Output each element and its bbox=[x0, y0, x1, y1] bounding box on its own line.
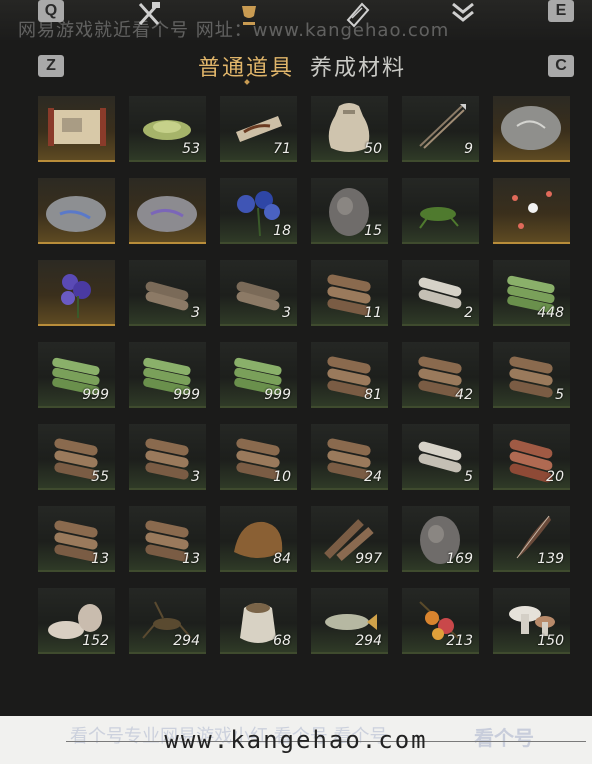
inventory-slot[interactable]: 10 bbox=[220, 424, 297, 490]
blue-fossil-stone-icon bbox=[46, 196, 106, 232]
inventory-slot[interactable]: 84 bbox=[220, 506, 297, 572]
item-count: 3 bbox=[191, 469, 200, 485]
item-count: 10 bbox=[273, 469, 291, 485]
trophy-icon[interactable] bbox=[234, 0, 264, 30]
inventory-slot[interactable]: 152 bbox=[38, 588, 115, 654]
inventory-slot[interactable]: 5 bbox=[493, 342, 570, 408]
inventory-slot[interactable]: 13 bbox=[129, 506, 206, 572]
inventory-slot[interactable]: 13 bbox=[38, 506, 115, 572]
inventory-slot[interactable] bbox=[129, 178, 206, 244]
item-count: 3 bbox=[282, 305, 291, 321]
inventory-slot[interactable]: 169 bbox=[402, 506, 479, 572]
inventory-slot[interactable] bbox=[38, 260, 115, 326]
item-count: 11 bbox=[364, 305, 382, 321]
inventory-slot[interactable]: 294 bbox=[129, 588, 206, 654]
grasshopper-icon bbox=[419, 207, 459, 229]
inventory-slot[interactable]: 2 bbox=[402, 260, 479, 326]
fossil-stone-icon bbox=[501, 106, 561, 150]
item-count: 13 bbox=[182, 551, 200, 567]
item-count: 71 bbox=[273, 141, 291, 157]
map-scroll-icon bbox=[48, 108, 106, 146]
item-count: 997 bbox=[355, 551, 382, 567]
inventory-slot[interactable]: 150 bbox=[493, 588, 570, 654]
crossed-tools-icon[interactable] bbox=[134, 0, 164, 30]
prev-category-key[interactable]: Q bbox=[38, 0, 64, 22]
item-count: 18 bbox=[273, 223, 291, 239]
inventory-slot[interactable]: 448 bbox=[493, 260, 570, 326]
item-count: 53 bbox=[182, 141, 200, 157]
inventory-slot[interactable]: 24 bbox=[311, 424, 388, 490]
item-count: 213 bbox=[446, 633, 473, 649]
inventory-slot[interactable]: 71 bbox=[220, 96, 297, 162]
next-category-key[interactable]: E bbox=[548, 0, 574, 22]
purple-flower-icon bbox=[61, 274, 91, 318]
item-count: 139 bbox=[537, 551, 564, 567]
item-count: 50 bbox=[364, 141, 382, 157]
fireflies-icon bbox=[512, 191, 552, 229]
next-subtab-key[interactable]: C bbox=[548, 55, 574, 77]
inventory-slot[interactable]: 9 bbox=[402, 96, 479, 162]
inventory-slot[interactable]: 3 bbox=[220, 260, 297, 326]
inventory-slot[interactable]: 50 bbox=[311, 96, 388, 162]
inventory-slot[interactable]: 139 bbox=[493, 506, 570, 572]
item-count: 84 bbox=[273, 551, 291, 567]
inventory-slot[interactable] bbox=[493, 178, 570, 244]
inventory-slot[interactable]: 997 bbox=[311, 506, 388, 572]
item-count: 5 bbox=[555, 387, 564, 403]
inventory-slot[interactable]: 18 bbox=[220, 178, 297, 244]
inventory-slot[interactable]: 55 bbox=[38, 424, 115, 490]
item-count: 15 bbox=[364, 223, 382, 239]
item-grid: 53 71 50 9 18 15 3 3 11 2 448 999 999 999 81 42 5 55 3 10 24… bbox=[38, 96, 570, 654]
item-count: 169 bbox=[446, 551, 473, 567]
inventory-slot[interactable]: 3 bbox=[129, 260, 206, 326]
inventory-slot[interactable]: 213 bbox=[402, 588, 479, 654]
inventory-slot[interactable]: 81 bbox=[311, 342, 388, 408]
inventory-slot[interactable] bbox=[38, 178, 115, 244]
tab-cultivation-materials[interactable]: 养成材料 bbox=[310, 50, 406, 82]
item-count: 9 bbox=[464, 141, 473, 157]
item-count: 999 bbox=[264, 387, 291, 403]
inventory-slot[interactable]: 53 bbox=[129, 96, 206, 162]
item-count: 5 bbox=[464, 469, 473, 485]
footer-url: www.kangehao.com bbox=[164, 726, 428, 754]
item-count: 13 bbox=[91, 551, 109, 567]
item-count: 448 bbox=[537, 305, 564, 321]
inventory-slot[interactable]: 15 bbox=[311, 178, 388, 244]
item-count: 294 bbox=[355, 633, 382, 649]
inventory-slot[interactable]: 999 bbox=[38, 342, 115, 408]
inventory-slot[interactable]: 3 bbox=[129, 424, 206, 490]
scroll-icon[interactable] bbox=[342, 0, 372, 30]
item-count: 55 bbox=[91, 469, 109, 485]
item-count: 42 bbox=[455, 387, 473, 403]
item-count: 3 bbox=[191, 305, 200, 321]
item-count: 20 bbox=[546, 469, 564, 485]
tab-common-items[interactable]: 普通道具 bbox=[198, 50, 294, 82]
item-count: 24 bbox=[364, 469, 382, 485]
inventory-slot[interactable]: 11 bbox=[311, 260, 388, 326]
inventory-slot[interactable]: 999 bbox=[129, 342, 206, 408]
inventory-slot[interactable]: 20 bbox=[493, 424, 570, 490]
inventory-slot[interactable]: 999 bbox=[220, 342, 297, 408]
item-count: 152 bbox=[82, 633, 109, 649]
inventory-slot[interactable]: 5 bbox=[402, 424, 479, 490]
inventory-slot[interactable] bbox=[402, 178, 479, 244]
item-count: 150 bbox=[537, 633, 564, 649]
prev-subtab-key[interactable]: Z bbox=[38, 55, 64, 77]
item-count: 999 bbox=[173, 387, 200, 403]
item-count: 999 bbox=[82, 387, 109, 403]
inventory-tabs: 普通道具 养成材料 bbox=[198, 50, 406, 82]
purple-fossil-stone-icon bbox=[137, 196, 197, 232]
rank-chevron-icon[interactable] bbox=[448, 0, 478, 30]
inventory-slot[interactable] bbox=[493, 96, 570, 162]
item-count: 68 bbox=[273, 633, 291, 649]
inventory-slot[interactable]: 294 bbox=[311, 588, 388, 654]
item-count: 294 bbox=[173, 633, 200, 649]
inventory-slot[interactable] bbox=[38, 96, 115, 162]
inventory-slot[interactable]: 42 bbox=[402, 342, 479, 408]
inventory-slot[interactable]: 68 bbox=[220, 588, 297, 654]
item-count: 81 bbox=[364, 387, 382, 403]
item-count: 2 bbox=[464, 305, 473, 321]
